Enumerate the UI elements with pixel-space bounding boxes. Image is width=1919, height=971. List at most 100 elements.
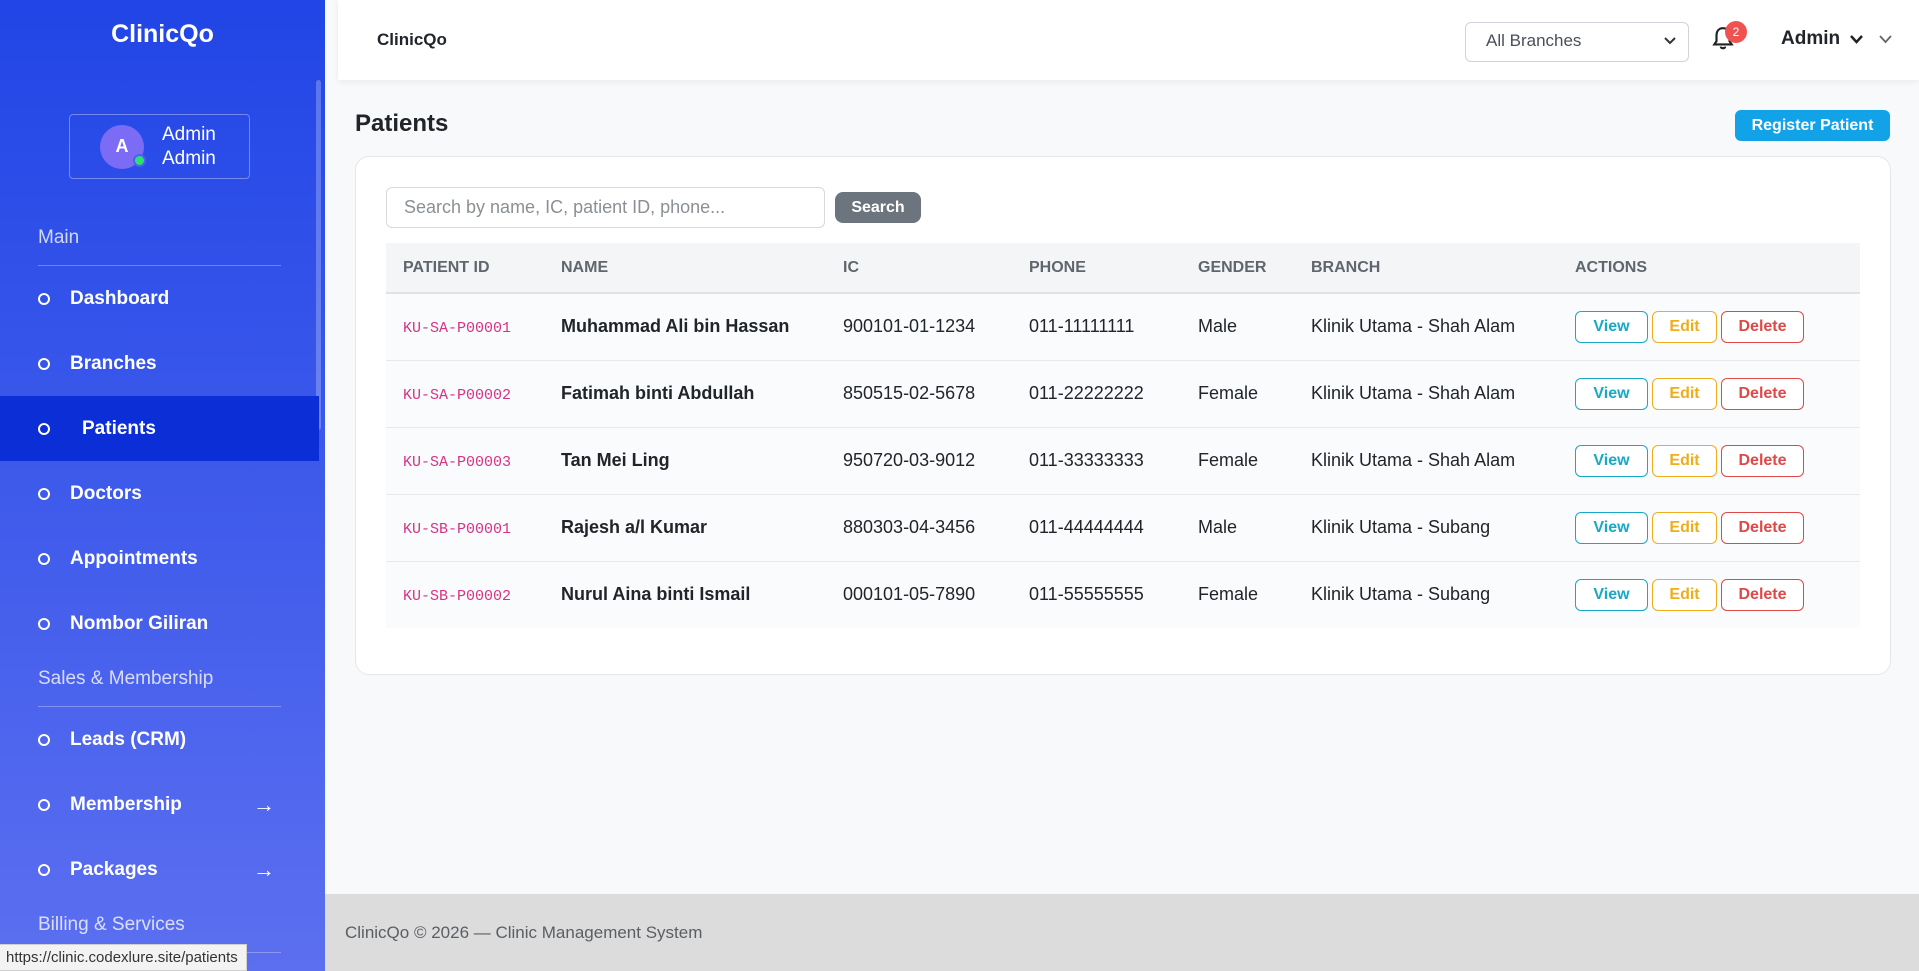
admin-label: Admin	[1781, 28, 1841, 49]
column-header[interactable]: BRANCH	[1294, 243, 1558, 294]
circle-icon	[38, 357, 50, 370]
phone-cell-text: 011-33333333	[1029, 450, 1144, 470]
topbar: ClinicQo All Branches 2 Admin	[338, 0, 1919, 80]
gender-cell: Male	[1181, 293, 1294, 361]
sidebar-item-packages[interactable]: Packages →	[0, 837, 319, 902]
patient-name-cell-text: Nurul Aina binti Ismail	[561, 584, 751, 605]
branch-cell: Klinik Utama - Shah Alam	[1294, 427, 1558, 495]
patient-name-cell: Nurul Aina binti Ismail	[544, 561, 826, 628]
sidebar-item-dashboard[interactable]: Dashboard	[0, 266, 319, 331]
register-patient-button[interactable]: Register Patient	[1735, 110, 1890, 141]
ic-cell-text: 900101-01-1234	[843, 316, 976, 337]
patient-id-cell-text: KU-SA-P00003	[403, 454, 512, 471]
search-input[interactable]	[386, 187, 825, 228]
patients-card: Search PATIENT ID NAME IC PHONE GENDER B…	[355, 156, 1891, 675]
branch-cell: Klinik Utama - Shah Alam	[1294, 293, 1558, 361]
chevron-down-icon	[1850, 34, 1864, 44]
edit-button[interactable]: Edit	[1652, 377, 1717, 410]
column-header[interactable]: PATIENT ID	[386, 243, 544, 294]
arrow-right-icon: →	[253, 856, 275, 882]
sidebar-item-appointments[interactable]: Appointments	[0, 526, 319, 591]
user-name: Admin	[162, 123, 216, 145]
patient-name-cell-text: Fatimah binti Abdullah	[561, 383, 755, 403]
section-title-billing: Billing & Services	[38, 914, 185, 935]
admin-menu[interactable]: Admin	[1781, 28, 1892, 50]
phone-cell-text: 011-44444444	[1029, 517, 1144, 537]
delete-button[interactable]: Delete	[1721, 444, 1804, 477]
branch-cell: Klinik Utama - Shah Alam	[1294, 360, 1558, 428]
view-button[interactable]: View	[1575, 444, 1648, 477]
patient-id-cell: KU-SA-P00002	[386, 360, 544, 428]
patient-id-cell: KU-SA-P00003	[386, 427, 544, 495]
sidebar-item-nombor-giliran[interactable]: Nombor Giliran	[0, 591, 319, 656]
patient-name-cell: Fatimah binti Abdullah	[544, 360, 826, 428]
gender-cell: Male	[1181, 494, 1294, 562]
edit-button[interactable]: Edit	[1652, 310, 1717, 343]
notification-badge: 2	[1725, 21, 1747, 43]
sidebar-item-membership[interactable]: Membership →	[0, 772, 319, 837]
phone-cell-text: 011-11111111	[1029, 316, 1135, 337]
gender-cell-text: Female	[1198, 383, 1259, 403]
sidebar-item-label: Leads (CRM)	[70, 728, 187, 750]
view-button[interactable]: View	[1575, 377, 1648, 410]
sidebar-item-label: Doctors	[70, 482, 142, 504]
ic-cell: 000101-05-7890	[826, 561, 1012, 628]
sidebar-item-branches[interactable]: Branches	[0, 331, 319, 396]
actions-cell: View Edit Delete	[1558, 427, 1860, 495]
phone-cell-text: 011-55555555	[1029, 584, 1144, 605]
column-header[interactable]: PHONE	[1012, 243, 1181, 294]
view-button[interactable]: View	[1575, 511, 1648, 544]
sidebar-item-leads[interactable]: Leads (CRM)	[0, 707, 319, 772]
phone-cell: 011-55555555	[1012, 561, 1181, 628]
user-card[interactable]: A Admin Admin	[69, 114, 250, 179]
column-header[interactable]: NAME	[544, 243, 826, 294]
view-button[interactable]: View	[1575, 310, 1648, 343]
user-names: Admin Admin	[162, 123, 216, 171]
ic-cell: 900101-01-1234	[826, 293, 1012, 361]
delete-button[interactable]: Delete	[1721, 578, 1804, 611]
delete-button[interactable]: Delete	[1721, 377, 1804, 410]
sidebar-brand[interactable]: ClinicQo	[0, 20, 325, 49]
branch-cell-text: Klinik Utama - Shah Alam	[1311, 383, 1516, 403]
ic-cell-text: 880303-04-3456	[843, 517, 976, 537]
column-header[interactable]: GENDER	[1181, 243, 1294, 294]
edit-button[interactable]: Edit	[1652, 578, 1717, 611]
delete-button[interactable]: Delete	[1721, 310, 1804, 343]
circle-icon	[38, 422, 50, 435]
section-title-main: Main	[38, 227, 80, 248]
phone-cell: 011-11111111	[1012, 293, 1181, 361]
actions-cell: View Edit Delete	[1558, 494, 1860, 562]
table-header-row: PATIENT ID NAME IC PHONE GENDER BRANCH A…	[386, 243, 1860, 294]
patient-id-cell-text: KU-SA-P00002	[403, 387, 512, 404]
edit-button[interactable]: Edit	[1652, 444, 1717, 477]
patient-name-cell-text: Rajesh a/l Kumar	[561, 517, 708, 537]
sidebar-item-patients[interactable]: Patients	[0, 396, 319, 461]
gender-cell: Female	[1181, 360, 1294, 428]
view-button[interactable]: View	[1575, 578, 1648, 611]
gender-cell-text: Male	[1198, 517, 1238, 537]
sidebar-item-label: Branches	[70, 352, 157, 374]
footer: ClinicQo © 2026 — Clinic Management Syst…	[325, 894, 1919, 971]
branch-select[interactable]: All Branches	[1465, 22, 1689, 62]
ic-cell: 850515-02-5678	[826, 360, 1012, 428]
patients-table: PATIENT ID NAME IC PHONE GENDER BRANCH A…	[386, 243, 1860, 628]
delete-button[interactable]: Delete	[1721, 511, 1804, 544]
patient-name-cell: Rajesh a/l Kumar	[544, 494, 826, 562]
branch-cell-text: Klinik Utama - Subang	[1311, 517, 1491, 537]
online-status-dot	[133, 153, 146, 167]
actions-cell: View Edit Delete	[1558, 360, 1860, 428]
sidebar-item-label: Dashboard	[70, 287, 170, 309]
ic-cell: 950720-03-9012	[826, 427, 1012, 495]
branch-cell: Klinik Utama - Subang	[1294, 561, 1558, 628]
circle-icon	[38, 798, 50, 811]
circle-icon	[38, 487, 50, 500]
phone-cell: 011-22222222	[1012, 360, 1181, 428]
column-header: ACTIONS	[1558, 243, 1860, 294]
ic-cell-text: 000101-05-7890	[843, 584, 976, 605]
arrow-right-icon: →	[253, 791, 275, 817]
table-row: KU-SA-P00001 Muhammad Ali bin Hassan 90010…	[386, 293, 1860, 361]
edit-button[interactable]: Edit	[1652, 511, 1717, 544]
column-header[interactable]: IC	[826, 243, 1012, 294]
sidebar-item-doctors[interactable]: Doctors	[0, 461, 319, 526]
search-button[interactable]: Search	[835, 192, 921, 223]
